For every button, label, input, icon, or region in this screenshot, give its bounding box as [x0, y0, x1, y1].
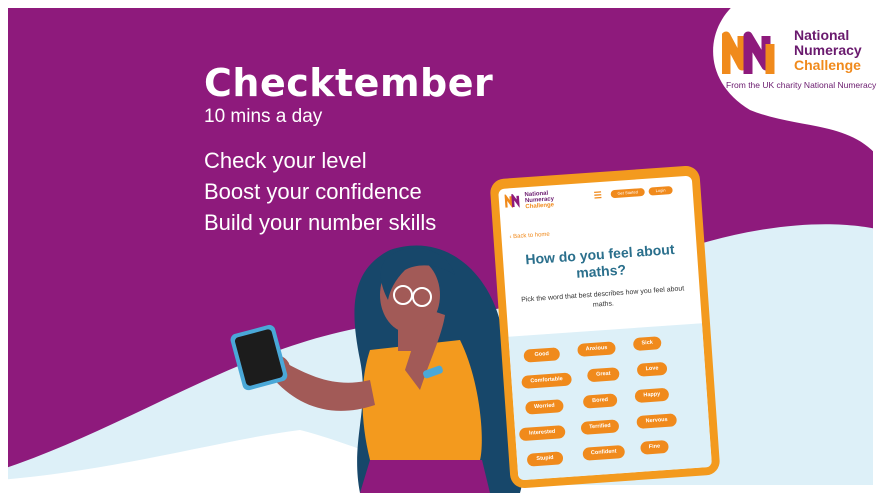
back-link[interactable]: ‹ Back to home [509, 232, 550, 241]
get-started-button[interactable]: Get Started [610, 187, 645, 199]
option-chip[interactable]: Comfortable [521, 372, 572, 389]
headline-block: Checktember 10 mins a day [204, 62, 493, 128]
option-chip[interactable]: Interested [518, 425, 566, 442]
tablet-screen: National Numeracy Challenge ☰ Get Starte… [498, 175, 713, 481]
logo-wordmark: National Numeracy Challenge [794, 28, 862, 73]
brand-logo: National Numeracy Challenge From the UK … [722, 22, 881, 102]
option-chip[interactable]: Love [636, 361, 668, 377]
login-button[interactable]: Login [648, 185, 673, 196]
benefit-item: Boost your confidence [204, 179, 422, 204]
woman-illustration [230, 245, 523, 493]
option-chip[interactable]: Happy [634, 387, 670, 404]
benefit-list: Check your level Boost your confidence B… [204, 145, 436, 238]
logo-line: Numeracy [794, 42, 862, 58]
option-chip[interactable]: Bored [582, 393, 618, 409]
benefit-item: Build your number skills [204, 210, 437, 235]
option-chip[interactable]: Fine [640, 439, 669, 455]
option-chip[interactable]: Nervous [636, 413, 678, 430]
tablet-mockup: National Numeracy Challenge ☰ Get Starte… [489, 165, 721, 489]
page-title: Checktember [204, 61, 494, 105]
tablet-logo-text: National Numeracy Challenge [524, 190, 555, 211]
logo-line: Challenge [794, 57, 861, 73]
tablet-logo-line: Challenge [525, 202, 555, 211]
option-chip[interactable]: Confident [582, 444, 626, 461]
logo-mark [722, 31, 775, 74]
menu-icon[interactable]: ☰ [593, 190, 602, 202]
page-subtitle: 10 mins a day [204, 106, 323, 127]
options-panel: Good Anxious Sick Comfortable Great Love… [508, 323, 713, 481]
option-chip[interactable]: Worried [525, 399, 564, 415]
phone-icon [230, 324, 288, 391]
option-chip[interactable]: Good [523, 347, 561, 363]
question-instruction: Pick the word that best describes how yo… [520, 285, 685, 309]
tablet-logo-mark [504, 193, 520, 209]
option-chip[interactable]: Anxious [577, 341, 616, 357]
logo-line: National [794, 27, 850, 43]
logo-tagline: From the UK charity National Numeracy [726, 80, 877, 90]
hero-banner: Checktember 10 mins a day Check your lev… [0, 0, 881, 493]
option-chip[interactable]: Stupid [526, 451, 564, 467]
option-chip[interactable]: Sick [632, 336, 662, 352]
benefit-item: Check your level [204, 148, 367, 173]
option-chip[interactable]: Terrified [580, 419, 620, 435]
question-heading: How do you feel about maths? [524, 240, 675, 281]
option-chip[interactable]: Great [586, 367, 620, 383]
